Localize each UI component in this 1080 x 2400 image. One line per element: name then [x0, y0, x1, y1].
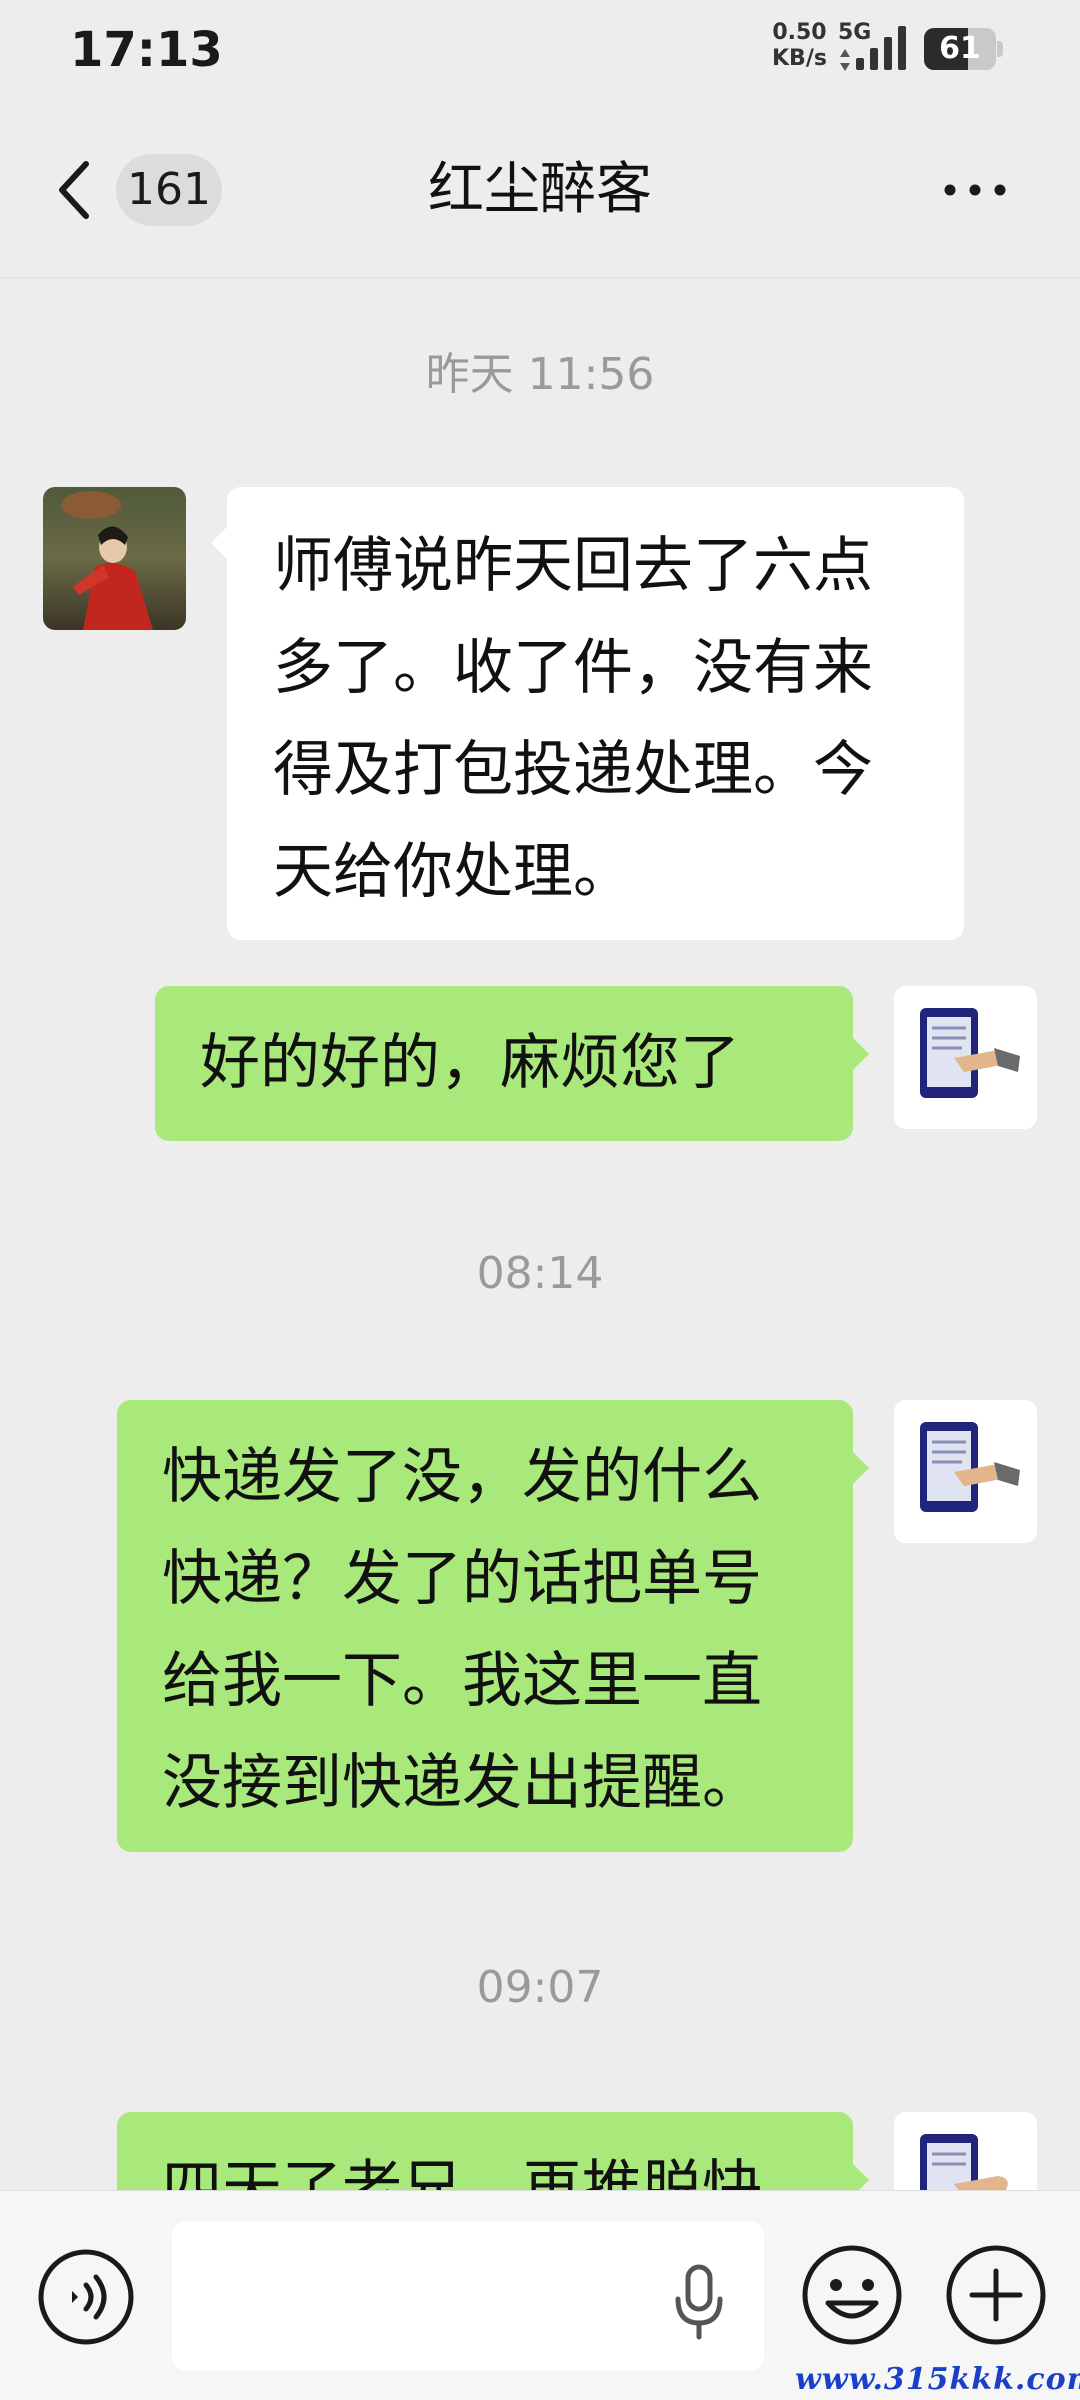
tablet-icon — [894, 986, 1037, 1129]
message-text: 快递发了没，发的什么 快递？发了的话把单号 给我一下。我这里一直 没接到快递发出… — [162, 1442, 762, 1818]
more-dots-icon[interactable] — [940, 170, 1010, 210]
chat-screen: 17:13 0.50 KB/s 5G 61 161 红尘醉客 昨天 11:56 … — [0, 0, 1080, 2400]
network-speed-value: 0.50 — [772, 20, 827, 45]
signal-icon — [856, 26, 906, 70]
network-speed: 0.50 KB/s — [772, 20, 827, 72]
message-timestamp: 09:07 — [476, 1962, 604, 2013]
emoji-icon[interactable] — [800, 2243, 904, 2347]
contact-avatar-image — [43, 487, 186, 630]
outgoing-message-bubble[interactable]: 好的好的，麻烦您了 — [155, 986, 869, 1141]
chat-title: 红尘醉客 — [428, 157, 652, 222]
voice-icon[interactable] — [36, 2247, 136, 2347]
watermark: www.315kkk.com — [795, 2362, 1080, 2397]
my-avatar[interactable] — [894, 986, 1037, 1129]
data-arrows-icon — [840, 49, 850, 71]
network-speed-unit: KB/s — [772, 46, 827, 71]
message-text: 好的好的，麻烦您了 — [200, 1028, 740, 1098]
message-text: 师傅说昨天回去了六点 多了。收了件，没有来 得及打包投递处理。今 天给你处理。 — [273, 531, 873, 907]
message-timestamp: 昨天 11:56 — [425, 349, 655, 400]
contact-avatar[interactable] — [43, 487, 186, 630]
message-timestamp: 08:14 — [476, 1248, 604, 1299]
chat-header: 161 红尘醉客 — [0, 100, 1080, 278]
incoming-message-bubble[interactable]: 师傅说昨天回去了六点 多了。收了件，没有来 得及打包投递处理。今 天给你处理。 — [211, 487, 964, 940]
battery-level: 61 — [939, 31, 981, 66]
battery-icon: 61 — [924, 28, 1004, 70]
plus-icon[interactable] — [944, 2243, 1048, 2347]
chevron-left-icon[interactable] — [50, 150, 100, 230]
tablet-icon — [894, 1400, 1037, 1543]
microphone-icon[interactable] — [672, 2261, 726, 2341]
status-bar: 17:13 0.50 KB/s 5G 61 — [0, 0, 1080, 100]
my-avatar[interactable] — [894, 1400, 1037, 1543]
status-time: 17:13 — [70, 22, 223, 78]
outgoing-message-bubble[interactable]: 快递发了没，发的什么 快递？发了的话把单号 给我一下。我这里一直 没接到快递发出… — [117, 1400, 869, 1852]
unread-count-badge[interactable]: 161 — [116, 154, 222, 226]
